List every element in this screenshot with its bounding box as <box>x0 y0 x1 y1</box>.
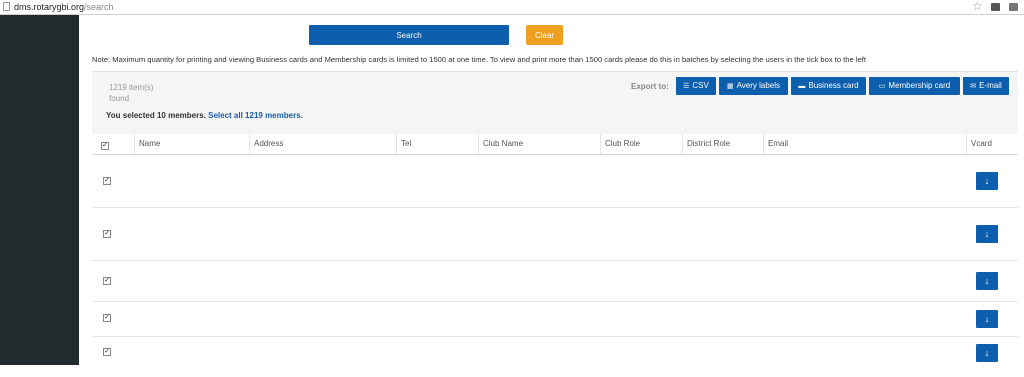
export-csv-label: CSV <box>692 81 709 90</box>
search-button[interactable]: Search <box>309 25 509 45</box>
browser-address-bar[interactable]: dms.rotarygbi.org/search ☆ <box>0 0 1024 15</box>
bookmark-star-icon[interactable]: ☆ <box>972 0 983 13</box>
left-sidebar <box>0 15 79 365</box>
table-row: ✓ ↓ <box>92 261 1018 302</box>
table-row: ✓ ↓ <box>92 155 1018 208</box>
row-checkbox[interactable]: ✓ <box>103 314 111 322</box>
column-header-email[interactable]: Email <box>763 134 966 154</box>
column-header-tel[interactable]: Tel <box>396 134 478 154</box>
url-path: /search <box>84 2 114 12</box>
row-checkbox[interactable]: ✓ <box>103 348 111 356</box>
print-limit-note: Note: Maximum quantity for printing and … <box>92 55 866 64</box>
column-header-address[interactable]: Address <box>249 134 396 154</box>
export-csv-button[interactable]: ☰ CSV <box>676 77 716 95</box>
vcard-download-button[interactable]: ↓ <box>976 272 998 290</box>
column-header-district-role[interactable]: District Role <box>682 134 763 154</box>
column-header-vcard: Vcard <box>966 134 1018 154</box>
download-icon: ↓ <box>984 348 990 358</box>
download-icon: ↓ <box>984 229 990 239</box>
extension-icon[interactable] <box>991 3 1000 11</box>
row-checkbox[interactable]: ✓ <box>103 277 111 285</box>
results-count: 1219 item(s) found <box>109 82 153 104</box>
row-checkbox[interactable]: ✓ <box>103 230 111 238</box>
export-email-label: E-mail <box>979 81 1002 90</box>
results-count-number: 1219 item(s) <box>109 83 154 92</box>
column-header-club-name[interactable]: Club Name <box>478 134 600 154</box>
extension-icon[interactable] <box>1009 3 1018 11</box>
results-count-found: found <box>109 94 130 103</box>
vcard-download-button[interactable]: ↓ <box>976 225 998 243</box>
selection-status: You selected 10 members. Select all 1219… <box>106 111 303 120</box>
table-row: ✓ ↓ <box>92 337 1018 377</box>
export-label: Export to: <box>631 82 669 91</box>
results-panel: 1219 item(s) found You selected 10 membe… <box>92 71 1018 136</box>
download-icon: ↓ <box>984 314 990 324</box>
export-avery-label: Avery labels <box>736 81 781 90</box>
id-card-icon: ▭ <box>878 83 886 90</box>
envelope-icon: ✉ <box>970 83 977 90</box>
url-text[interactable]: dms.rotarygbi.org/search <box>14 1 114 13</box>
briefcase-icon: ▬ <box>798 83 806 90</box>
export-membership-card-label: Membership card <box>888 81 951 90</box>
table-header: ✓ Name Address Tel Club Name Club Role D… <box>92 134 1018 155</box>
row-checkbox[interactable]: ✓ <box>103 177 111 185</box>
column-header-club-role[interactable]: Club Role <box>600 134 682 154</box>
table-row: ✓ ↓ <box>92 208 1018 261</box>
export-business-card-button[interactable]: ▬ Business card <box>791 77 866 95</box>
grid-icon: ▦ <box>726 83 734 90</box>
export-email-button[interactable]: ✉ E-mail <box>963 77 1009 95</box>
export-avery-labels-button[interactable]: ▦ Avery labels <box>719 77 788 95</box>
vcard-download-button[interactable]: ↓ <box>976 310 998 328</box>
select-all-link[interactable]: Select all 1219 members. <box>208 111 303 120</box>
export-membership-card-button[interactable]: ▭ Membership card <box>869 77 960 95</box>
select-all-header: ✓ <box>92 134 134 154</box>
selected-count-text: You selected 10 members. <box>106 111 206 120</box>
select-all-checkbox[interactable]: ✓ <box>101 142 109 150</box>
export-business-card-label: Business card <box>808 81 859 90</box>
page-icon <box>3 2 10 11</box>
download-icon: ↓ <box>984 176 990 186</box>
list-icon: ☰ <box>683 83 690 90</box>
vcard-download-button[interactable]: ↓ <box>976 344 998 362</box>
url-host: dms.rotarygbi.org <box>14 2 85 12</box>
main-content: Search Clear Note: Maximum quantity for … <box>79 15 1024 365</box>
clear-button[interactable]: Clear <box>526 25 563 45</box>
vcard-download-button[interactable]: ↓ <box>976 172 998 190</box>
table-row: ✓ ↓ <box>92 302 1018 337</box>
column-header-name[interactable]: Name <box>134 134 249 154</box>
download-icon: ↓ <box>984 276 990 286</box>
